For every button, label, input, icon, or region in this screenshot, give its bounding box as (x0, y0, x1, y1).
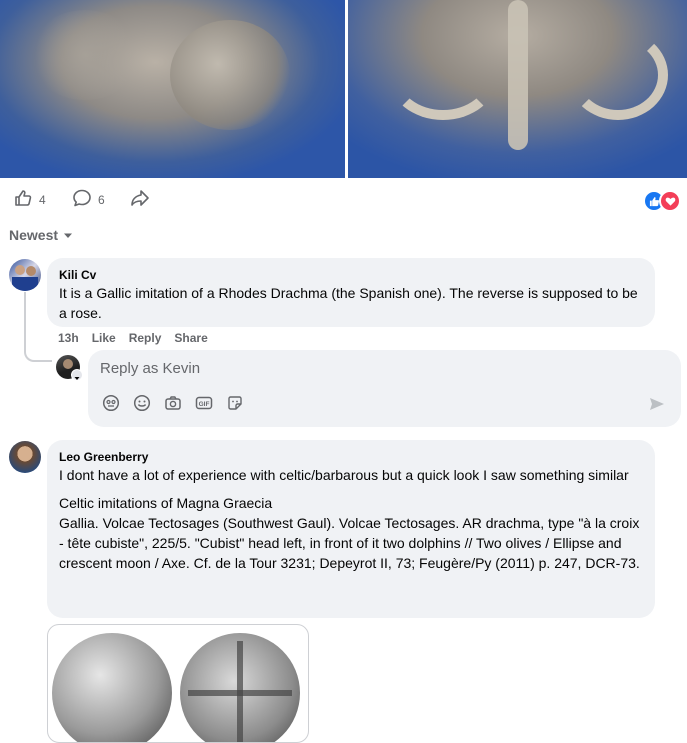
avatar[interactable] (9, 259, 41, 291)
send-icon[interactable] (649, 396, 665, 417)
coin-obverse-thumbnail (52, 633, 172, 742)
sticker-icon[interactable] (226, 394, 244, 412)
comment-bubble-icon (72, 188, 92, 211)
sort-label: Newest (9, 227, 59, 243)
post-action-bar: 4 6 (0, 178, 687, 220)
comment-text-heading: Celtic imitations of Magna Graecia (59, 495, 273, 511)
comment-sort-dropdown[interactable]: Newest (9, 227, 73, 243)
comment-share-link[interactable]: Share (174, 331, 207, 345)
love-reaction-icon (659, 190, 681, 212)
comment-text: It is a Gallic imitation of a Rhodes Dra… (59, 285, 638, 321)
comment-text-intro: I dont have a lot of experience with cel… (59, 467, 629, 483)
caret-down-icon (63, 227, 73, 243)
comment-like-link[interactable]: Like (92, 331, 116, 345)
comment-bubble: Kili Cv It is a Gallic imitation of a Rh… (47, 258, 655, 327)
comment-attached-image[interactable] (47, 624, 309, 743)
reply-composer[interactable]: Reply as Kevin GIF (88, 350, 681, 427)
thumbs-up-icon (13, 188, 33, 211)
account-switch-icon[interactable] (71, 369, 83, 381)
gif-icon[interactable]: GIF (195, 394, 213, 412)
coin-reverse-thumbnail (180, 633, 300, 742)
reply-input-placeholder[interactable]: Reply as Kevin (100, 360, 200, 377)
like-count: 4 (39, 192, 46, 207)
comment-author[interactable]: Kili Cv (59, 267, 643, 283)
comment-text-body: Gallia. Volcae Tectosages (Southwest Gau… (59, 515, 640, 571)
svg-text:GIF: GIF (199, 401, 210, 408)
avatar[interactable] (9, 441, 41, 473)
share-action[interactable] (130, 188, 150, 211)
comment-timestamp[interactable]: 13h (58, 331, 79, 345)
share-arrow-icon (130, 188, 150, 211)
reaction-summary[interactable] (643, 190, 681, 212)
comment-count: 6 (98, 192, 105, 207)
avatar-sticker-icon[interactable] (102, 394, 120, 412)
comment-author[interactable]: Leo Greenberry (59, 449, 643, 465)
camera-icon[interactable] (164, 394, 182, 412)
emoji-icon[interactable] (133, 394, 151, 412)
comment-bubble: Leo Greenberry I dont have a lot of expe… (47, 440, 655, 618)
comment-meta: 13h Like Reply Share (58, 331, 208, 345)
comment-reply-link[interactable]: Reply (129, 331, 162, 345)
reply-toolbar: GIF (102, 394, 244, 412)
coin-obverse-photo[interactable] (0, 0, 345, 178)
like-action[interactable]: 4 (13, 188, 46, 211)
coin-reverse-photo[interactable] (348, 0, 687, 178)
post-photo-strip (0, 0, 687, 178)
comment-action[interactable]: 6 (72, 188, 105, 211)
thread-connector (24, 292, 52, 362)
